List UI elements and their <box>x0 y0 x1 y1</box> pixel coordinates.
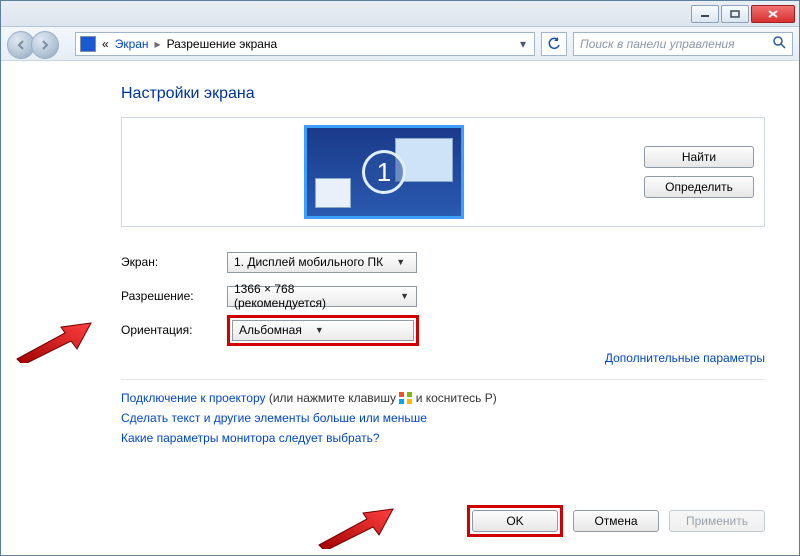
chevron-down-icon: ▼ <box>312 325 327 335</box>
projector-link[interactable]: Подключение к проектору <box>121 391 266 405</box>
projector-hint-a: (или нажмите клавишу <box>269 391 400 405</box>
which-monitor-link[interactable]: Какие параметры монитора следует выбрать… <box>121 431 380 445</box>
control-panel-icon <box>80 36 96 52</box>
display-value: 1. Дисплей мобильного ПК <box>234 255 383 269</box>
dialog-footer: OK Отмена Применить <box>1 505 765 537</box>
orientation-label: Ориентация: <box>121 323 227 337</box>
advanced-settings-link[interactable]: Дополнительные параметры <box>605 351 765 365</box>
orientation-combo[interactable]: Альбомная ▼ <box>232 320 414 341</box>
minimize-button[interactable] <box>691 5 719 23</box>
scaling-link[interactable]: Сделать текст и другие элементы больше и… <box>121 411 427 425</box>
content-area: Настройки экрана 1 Найти Определить Экра… <box>1 61 799 555</box>
chevron-down-icon: ▼ <box>393 257 408 267</box>
annotation-arrow-icon <box>11 319 95 363</box>
apply-button: Применить <box>669 510 765 532</box>
search-placeholder: Поиск в панели управления <box>580 37 735 51</box>
monitor-preview[interactable]: 1 <box>304 125 464 219</box>
highlight-box: Альбомная ▼ <box>227 315 419 346</box>
search-box[interactable]: Поиск в панели управления <box>573 32 793 56</box>
highlight-box: OK <box>467 505 563 537</box>
display-label: Экран: <box>121 255 227 269</box>
detect-button[interactable]: Определить <box>644 176 754 198</box>
maximize-button[interactable] <box>721 5 749 23</box>
preview-window-icon <box>315 178 351 208</box>
navigation-bar: « Экран ▸ Разрешение экрана ▾ Поиск в па… <box>1 27 799 61</box>
monitor-preview-box: 1 Найти Определить <box>121 117 765 227</box>
forward-button[interactable] <box>31 31 59 59</box>
find-button[interactable]: Найти <box>644 146 754 168</box>
page-title: Настройки экрана <box>121 85 765 103</box>
monitor-number-badge: 1 <box>362 150 406 194</box>
close-button[interactable] <box>751 5 795 23</box>
ok-button[interactable]: OK <box>472 510 558 532</box>
orientation-value: Альбомная <box>239 323 302 337</box>
breadcrumb-screen[interactable]: Экран <box>115 37 149 51</box>
refresh-button[interactable] <box>541 32 567 56</box>
resolution-combo[interactable]: 1366 × 768 (рекомендуется) ▼ <box>227 286 417 307</box>
windows-key-icon <box>399 392 412 404</box>
display-combo[interactable]: 1. Дисплей мобильного ПК ▼ <box>227 252 417 273</box>
resolution-label: Разрешение: <box>121 289 227 303</box>
cancel-button[interactable]: Отмена <box>573 510 659 532</box>
chevron-down-icon: ▼ <box>397 291 412 301</box>
search-icon <box>772 35 786 52</box>
breadcrumb-root: « <box>102 37 109 51</box>
window-frame: « Экран ▸ Разрешение экрана ▾ Поиск в па… <box>0 0 800 556</box>
resolution-value: 1366 × 768 (рекомендуется) <box>234 282 387 310</box>
titlebar <box>1 1 799 27</box>
address-dropdown-icon[interactable]: ▾ <box>516 37 530 51</box>
projector-hint-b: и коснитесь P) <box>416 391 497 405</box>
breadcrumb-separator-icon: ▸ <box>155 37 161 51</box>
breadcrumb-resolution: Разрешение экрана <box>167 37 278 51</box>
address-bar[interactable]: « Экран ▸ Разрешение экрана ▾ <box>75 32 535 56</box>
nav-back-forward <box>7 31 69 57</box>
separator <box>121 379 765 380</box>
